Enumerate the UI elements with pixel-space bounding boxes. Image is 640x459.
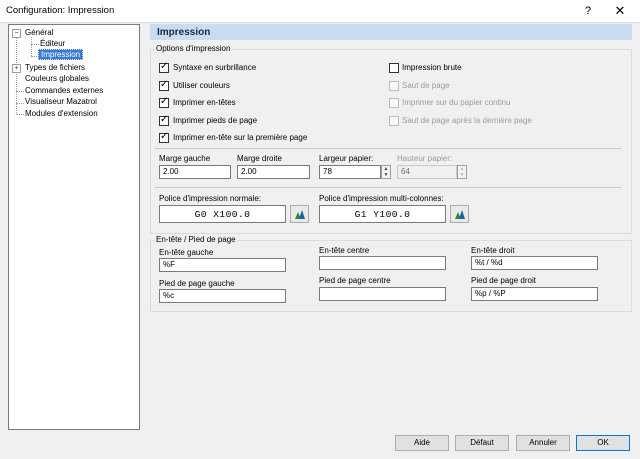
paper-width-spinner[interactable]: ▲ ▼ — [381, 165, 391, 179]
header-right-label: En-tête droit — [471, 246, 515, 255]
print-footers-checkbox[interactable] — [159, 114, 169, 126]
header-first-page-checkbox[interactable] — [159, 131, 169, 143]
multi-column-font-preview: G1 Y100.0 — [319, 205, 446, 223]
page-break-label: Saut de page — [402, 81, 450, 90]
cancel-button[interactable]: Annuler — [516, 435, 570, 451]
panel-title: Impression — [157, 27, 211, 38]
page-break-checkbox[interactable] — [389, 81, 399, 91]
left-margin-label: Marge gauche — [159, 154, 211, 163]
continuous-paper-label: Imprimer sur du papier continu — [402, 98, 511, 107]
header-right-input[interactable]: %t / %d — [471, 256, 598, 270]
multi-column-font-label: Police d'impression multi-colonnes: — [319, 194, 444, 203]
page-break-after-last-label: Saut de page après la dernière page — [402, 116, 532, 125]
syntax-highlight-checkbox[interactable] — [159, 61, 169, 73]
paper-height-label: Hauteur papier: — [397, 154, 453, 163]
header-center-label: En-tête centre — [319, 246, 370, 255]
tree-item-extension-modules[interactable]: Modules d'extension — [25, 109, 98, 119]
right-margin-input[interactable]: 2.00 — [237, 165, 310, 179]
paper-height-input[interactable]: 64 — [397, 165, 457, 179]
tree-item-general[interactable]: Général — [25, 28, 53, 38]
tree-item-mazatrol-viewer[interactable]: Visualiseur Mazatrol — [25, 97, 97, 107]
paper-width-label: Largeur papier: — [319, 154, 374, 163]
tree-item-global-colors[interactable]: Couleurs globales — [25, 74, 89, 84]
separator — [155, 148, 621, 149]
raw-print-label: Impression brute — [402, 63, 462, 72]
footer-center-input[interactable] — [319, 287, 446, 301]
multi-column-font-button[interactable] — [450, 205, 469, 223]
footer-right-label: Pied de page droit — [471, 276, 536, 285]
panel-header — [150, 24, 632, 40]
close-icon[interactable]: ✕ — [606, 2, 634, 20]
separator — [155, 187, 621, 188]
footer-center-label: Pied de page centre — [319, 276, 391, 285]
category-tree[interactable]: − Général Éditeur Impression + Types de … — [8, 24, 140, 430]
syntax-highlight-label: Syntaxe en surbrillance — [173, 63, 257, 72]
tree-item-file-types[interactable]: Types de fichiers — [25, 63, 85, 73]
ok-button[interactable]: OK — [576, 435, 630, 451]
print-footers-label: Imprimer pieds de page — [173, 116, 258, 125]
raw-print-checkbox[interactable] — [389, 63, 399, 73]
font-picker-icon — [455, 210, 465, 219]
print-headers-checkbox[interactable] — [159, 96, 169, 108]
window-title: Configuration: Impression — [6, 5, 115, 16]
expand-icon[interactable]: + — [12, 64, 21, 73]
use-colors-checkbox[interactable] — [159, 79, 169, 91]
font-picker-icon — [295, 210, 305, 219]
help-icon[interactable]: ? — [574, 2, 602, 20]
tree-item-external-commands[interactable]: Commandes externes — [25, 86, 103, 96]
tree-item-editor[interactable]: Éditeur — [40, 39, 65, 49]
paper-width-input[interactable]: 78 — [319, 165, 381, 179]
header-first-page-label: Imprimer en-tête sur la première page — [173, 133, 308, 142]
tree-item-printing[interactable]: Impression — [38, 49, 84, 60]
header-center-input[interactable] — [319, 256, 446, 270]
header-left-label: En-tête gauche — [159, 248, 214, 257]
tree-item-printing-label: Impression — [38, 49, 84, 60]
normal-font-button[interactable] — [290, 205, 309, 223]
normal-font-preview: G0 X100.0 — [159, 205, 286, 223]
print-options-label: Options d'impression — [155, 44, 232, 53]
page-break-after-last-checkbox[interactable] — [389, 116, 399, 126]
normal-font-label: Police d'impression normale: — [159, 194, 262, 203]
right-margin-label: Marge droite — [237, 154, 282, 163]
footer-left-label: Pied de page gauche — [159, 279, 235, 288]
header-footer-label: En-tête / Pied de page — [155, 235, 237, 244]
print-headers-label: Imprimer en-têtes — [173, 98, 236, 107]
collapse-icon[interactable]: − — [12, 29, 21, 38]
help-button[interactable]: Aide — [395, 435, 449, 451]
left-margin-input[interactable]: 2.00 — [159, 165, 231, 179]
default-button[interactable]: Défaut — [455, 435, 509, 451]
footer-right-input[interactable]: %p / %P — [471, 287, 598, 301]
footer-left-input[interactable]: %c — [159, 289, 286, 303]
use-colors-label: Utiliser couleurs — [173, 81, 230, 90]
continuous-paper-checkbox[interactable] — [389, 98, 399, 108]
header-left-input[interactable]: %F — [159, 258, 286, 272]
paper-height-spinner[interactable]: ▲ ▼ — [457, 165, 467, 179]
